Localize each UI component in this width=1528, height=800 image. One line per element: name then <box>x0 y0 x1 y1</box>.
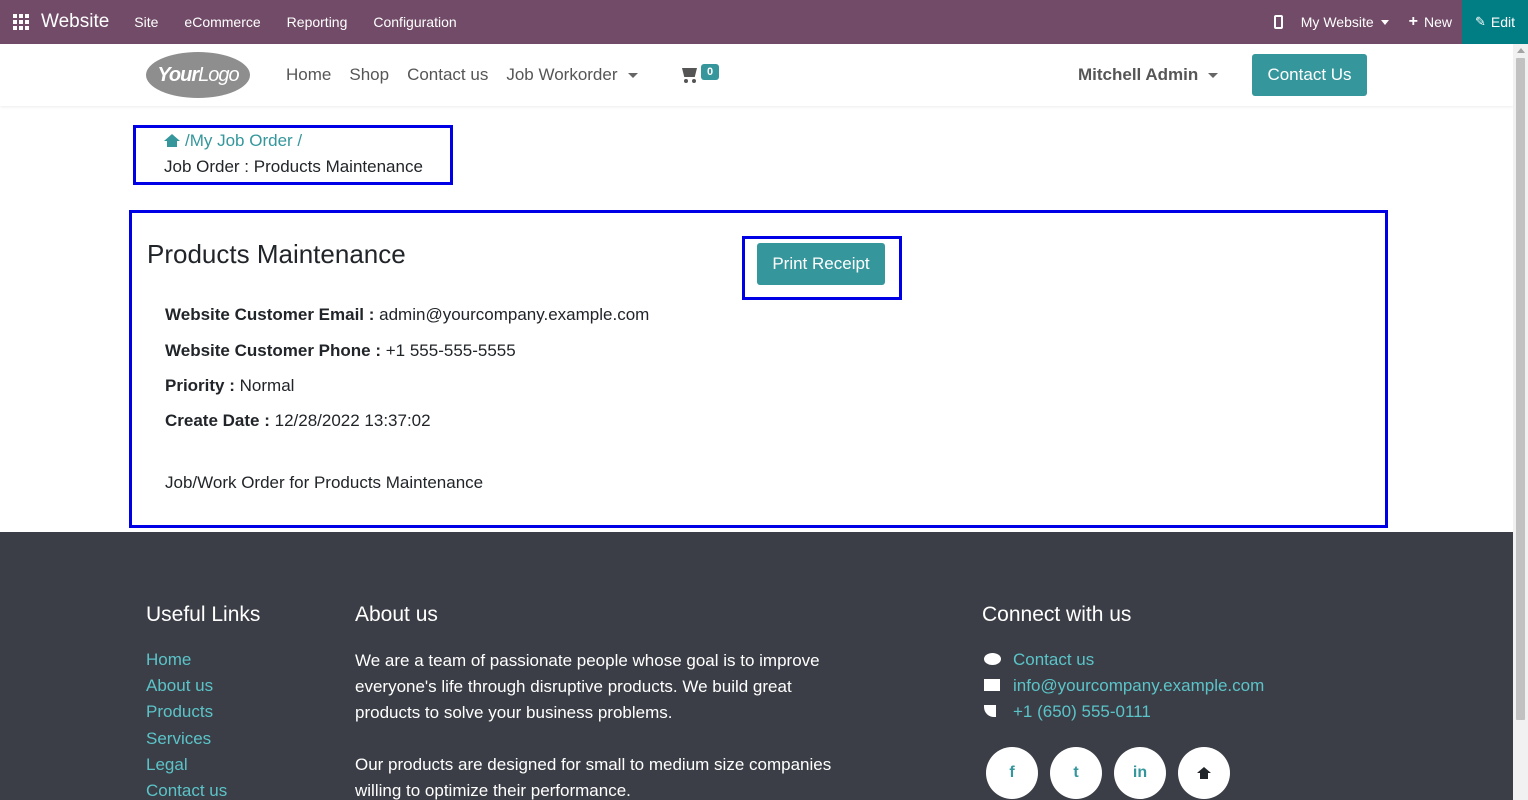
menu-ecommerce[interactable]: eCommerce <box>171 14 273 30</box>
footer-link-legal[interactable]: Legal <box>146 755 188 775</box>
main-nav: Home Shop Contact us Job Workorder <box>277 44 647 106</box>
breadcrumb-current: Job Order : Products Maintenance <box>164 157 423 176</box>
footer-email-link[interactable]: info@yourcompany.example.com <box>1013 676 1264 696</box>
new-button[interactable]: + New <box>1409 13 1452 31</box>
nav-home[interactable]: Home <box>277 65 340 85</box>
footer-about-paragraph-2: Our products are designed for small to m… <box>355 755 832 800</box>
print-receipt-button[interactable]: Print Receipt <box>757 243 885 285</box>
footer-about-title: About us <box>355 603 438 626</box>
my-website-dropdown[interactable]: My Website <box>1301 14 1389 30</box>
footer-phone-link[interactable]: +1 (650) 555-0111 <box>1013 702 1151 722</box>
nav-contact-us[interactable]: Contact us <box>398 65 497 85</box>
home-icon <box>1196 766 1212 780</box>
contact-us-button[interactable]: Contact Us <box>1252 54 1367 96</box>
field-priority: Priority : Normal <box>165 376 294 396</box>
website-navbar: Your Logo Home Shop Contact us Job Workor… <box>0 44 1513 106</box>
shopping-cart-icon <box>680 68 697 83</box>
user-menu[interactable]: Mitchell Admin <box>1078 44 1219 106</box>
footer-link-contact-us[interactable]: Contact us <box>146 781 227 800</box>
menu-site[interactable]: Site <box>121 14 171 30</box>
facebook-icon[interactable]: f <box>986 747 1038 799</box>
field-priority-value: Normal <box>239 376 295 395</box>
pencil-icon: ✎ <box>1474 14 1486 29</box>
user-name: Mitchell Admin <box>1078 65 1199 84</box>
menu-reporting[interactable]: Reporting <box>274 14 361 30</box>
field-email: Website Customer Email : admin@yourcompa… <box>165 305 649 325</box>
field-create-date-label: Create Date : <box>165 411 270 430</box>
field-create-date: Create Date : 12/28/2022 13:37:02 <box>165 411 431 431</box>
footer-link-home[interactable]: Home <box>146 650 191 670</box>
social-home-icon[interactable] <box>1178 747 1230 799</box>
footer-connect-title: Connect with us <box>982 603 1132 626</box>
job-order-description: Job/Work Order for Products Maintenance <box>165 473 484 492</box>
topbar-right: My Website + New ✎ Edit <box>1273 0 1528 44</box>
app-brand[interactable]: Website <box>41 11 109 33</box>
footer-link-products[interactable]: Products <box>146 702 213 722</box>
envelope-icon <box>984 679 1002 693</box>
page-title: Products Maintenance <box>147 239 406 269</box>
footer-about-text: We are a team of passionate people whose… <box>355 648 855 800</box>
footer-link-services[interactable]: Services <box>146 729 211 749</box>
breadcrumb: /My Job Order / <box>164 131 302 151</box>
mobile-preview-icon[interactable] <box>1273 15 1283 29</box>
comment-icon <box>984 653 1002 667</box>
plus-icon: + <box>1408 13 1418 30</box>
nav-job-workorder[interactable]: Job Workorder <box>497 65 646 85</box>
footer-contact-us-row[interactable]: Contact us <box>984 650 1094 670</box>
field-email-label: Website Customer Email : <box>165 305 375 324</box>
edit-button[interactable]: ✎ Edit <box>1462 0 1528 44</box>
footer-email-row[interactable]: info@yourcompany.example.com <box>984 676 1264 696</box>
admin-topbar: Website Site eCommerce Reporting Configu… <box>0 0 1528 44</box>
footer-link-about-us[interactable]: About us <box>146 676 213 696</box>
field-phone: Website Customer Phone : +1 555-555-5555 <box>165 341 516 361</box>
nav-job-workorder-label: Job Workorder <box>506 65 618 84</box>
my-website-label: My Website <box>1300 14 1374 30</box>
chevron-down-icon <box>627 72 638 78</box>
twitter-icon[interactable]: t <box>1050 747 1102 799</box>
logo-text-bold: Your <box>157 63 199 86</box>
new-label: New <box>1423 14 1452 30</box>
field-phone-value: +1 555-555-5555 <box>385 341 516 360</box>
company-logo[interactable]: Your Logo <box>146 52 250 98</box>
field-email-value: admin@yourcompany.example.com <box>379 305 650 324</box>
breadcrumb-my-job-order-link[interactable]: /My Job Order / <box>185 131 302 151</box>
footer-contact-us-link[interactable]: Contact us <box>1013 650 1094 670</box>
scroll-up-arrow-icon[interactable] <box>1517 48 1525 53</box>
nav-shop[interactable]: Shop <box>340 65 398 85</box>
cart-link[interactable]: 0 <box>680 64 720 83</box>
field-priority-label: Priority : <box>165 376 235 395</box>
home-icon[interactable] <box>164 134 180 148</box>
footer-useful-links-title: Useful Links <box>146 603 261 626</box>
page-scrollbar[interactable] <box>1513 44 1528 800</box>
field-phone-label: Website Customer Phone : <box>165 341 381 360</box>
linkedin-icon[interactable]: in <box>1114 747 1166 799</box>
footer-about-paragraph-1: We are a team of passionate people whose… <box>355 651 820 722</box>
chevron-down-icon <box>1208 72 1219 78</box>
footer-phone-row[interactable]: +1 (650) 555-0111 <box>984 702 1151 722</box>
scrollbar-thumb[interactable] <box>1516 58 1525 720</box>
chevron-down-icon <box>1380 19 1389 25</box>
menu-configuration[interactable]: Configuration <box>360 14 469 30</box>
apps-grid-icon[interactable] <box>13 14 29 30</box>
logo-text: Logo <box>198 63 239 86</box>
cart-count-badge: 0 <box>701 64 720 80</box>
edit-label: Edit <box>1490 14 1516 30</box>
field-create-date-value: 12/28/2022 13:37:02 <box>274 411 431 430</box>
phone-icon <box>984 705 1002 719</box>
